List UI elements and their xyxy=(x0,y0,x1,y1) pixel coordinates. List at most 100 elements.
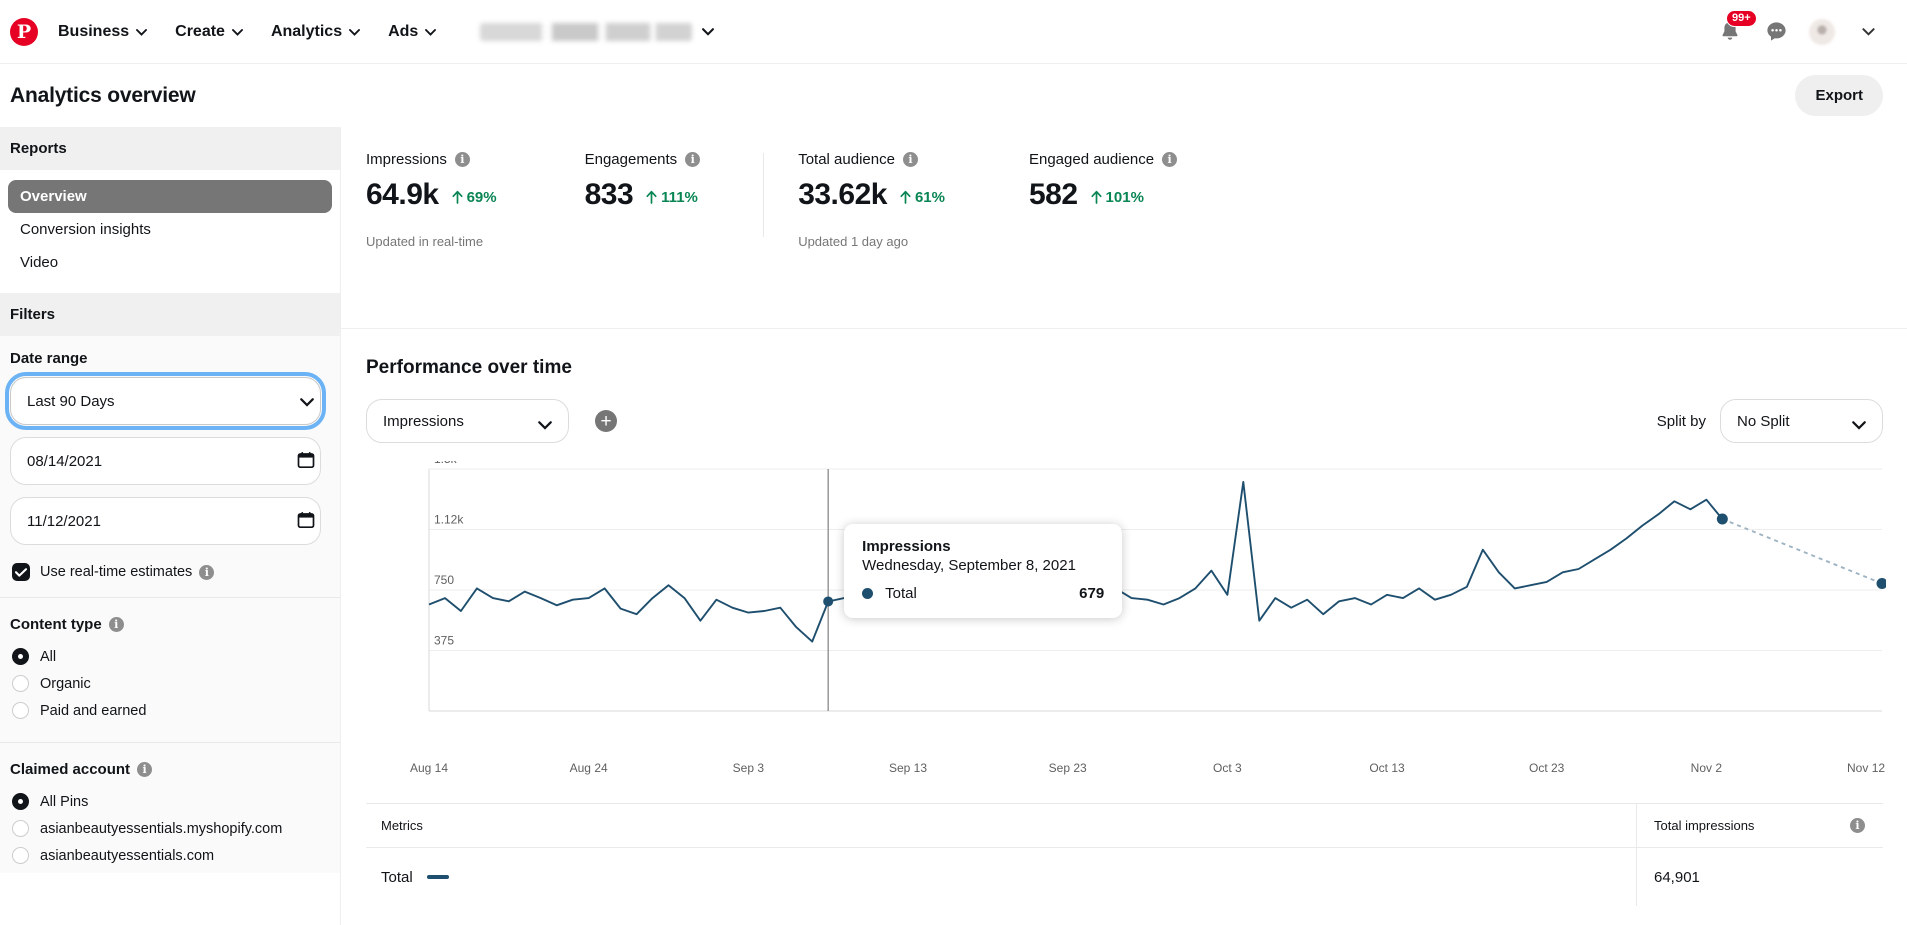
chart-last-point xyxy=(1877,578,1887,589)
start-date-wrap: 08/14/2021 xyxy=(10,437,330,485)
add-metric-button[interactable]: + xyxy=(595,410,617,432)
series-projection-dashed xyxy=(1722,519,1882,584)
metric-card-engaged-audience: Engaged audience i 582 101% xyxy=(945,151,1177,212)
start-date-value: 08/14/2021 xyxy=(27,453,102,470)
info-icon[interactable]: i xyxy=(137,762,152,777)
arrow-up-icon xyxy=(452,190,463,204)
x-axis-tick-label: Oct 13 xyxy=(1369,761,1404,775)
chevron-down-icon xyxy=(136,23,147,41)
content-type-text: Content type xyxy=(10,616,102,633)
account-switcher[interactable] xyxy=(472,17,722,47)
chevron-down-icon xyxy=(702,23,714,41)
sidebar-reports-list: Overview Conversion insights Video xyxy=(0,170,340,293)
radio-content-type-paid-earned-label: Paid and earned xyxy=(40,703,146,719)
account-menu-button[interactable] xyxy=(1855,19,1881,45)
chat-bubble-icon xyxy=(1765,20,1788,43)
info-icon[interactable]: i xyxy=(109,617,124,632)
sidebar-item-video[interactable]: Video xyxy=(8,246,332,279)
info-icon[interactable]: i xyxy=(1162,152,1177,167)
x-axis-tick-label: Sep 3 xyxy=(733,761,764,775)
calendar-icon[interactable] xyxy=(297,511,315,534)
performance-chart-plot[interactable]: 3757501.12k1.5k Impressions Wednesday, S… xyxy=(366,461,1883,753)
info-icon[interactable]: i xyxy=(199,565,214,580)
end-date-input[interactable]: 11/12/2021 xyxy=(10,497,321,545)
notifications-button[interactable]: 99+ xyxy=(1717,19,1743,45)
metric-total-audience-name: Total audience xyxy=(798,151,895,168)
chart-tooltip: Impressions Wednesday, September 8, 2021… xyxy=(844,524,1122,618)
x-axis-tick-label: Oct 23 xyxy=(1529,761,1564,775)
x-axis-tick-label: Aug 24 xyxy=(570,761,608,775)
radio-icon xyxy=(12,793,29,810)
radio-content-type-organic-label: Organic xyxy=(40,676,91,692)
calendar-icon[interactable] xyxy=(297,451,315,474)
chevron-down-icon xyxy=(1852,417,1866,434)
realtime-estimates-label: Use real-time estimates i xyxy=(40,564,214,580)
realtime-estimates-checkbox-row[interactable]: Use real-time estimates i xyxy=(10,557,330,597)
split-by-value: No Split xyxy=(1737,413,1790,430)
radio-icon xyxy=(12,847,29,864)
metric-total-audience-value: 33.62k xyxy=(798,178,887,212)
metrics-table-col-metrics: Metrics xyxy=(366,818,1636,833)
radio-claimed-myshopify[interactable]: asianbeautyessentials.myshopify.com xyxy=(10,815,330,842)
radio-claimed-dotcom-label: asianbeautyessentials.com xyxy=(40,848,214,864)
x-axis-tick-label: Sep 23 xyxy=(1049,761,1087,775)
chart-tooltip-value: 679 xyxy=(1079,585,1104,602)
metric-engagements-name-row: Engagements i xyxy=(585,151,701,168)
messages-button[interactable] xyxy=(1763,19,1789,45)
radio-content-type-all[interactable]: All xyxy=(10,643,330,670)
metrics-updated-left: Updated in real-time xyxy=(366,234,497,249)
avatar[interactable] xyxy=(1809,19,1835,45)
export-button[interactable]: Export xyxy=(1795,75,1883,116)
nav-actions: 99+ xyxy=(1717,19,1889,45)
metrics-table-col-total-impressions: Total impressions i xyxy=(1636,804,1883,847)
info-icon[interactable]: i xyxy=(903,152,918,167)
radio-claimed-dotcom[interactable]: asianbeautyessentials.com xyxy=(10,842,330,869)
sidebar-item-conversion-insights[interactable]: Conversion insights xyxy=(8,213,332,246)
chart-metric-select-value: Impressions xyxy=(383,413,464,430)
radio-content-type-organic[interactable]: Organic xyxy=(10,670,330,697)
info-icon[interactable]: i xyxy=(455,152,470,167)
metric-engagements-value-row: 833 111% xyxy=(585,178,701,212)
check-icon[interactable] xyxy=(12,563,30,581)
performance-chart-title: Performance over time xyxy=(366,357,1883,379)
end-date-value: 11/12/2021 xyxy=(27,513,101,530)
nav-item-analytics[interactable]: Analytics xyxy=(257,15,374,49)
nav-item-business-label: Business xyxy=(58,23,129,41)
chart-metric-select[interactable]: Impressions xyxy=(366,399,569,443)
metrics-summary-strip: Impressions i 64.9k 69% Updated in real-… xyxy=(341,127,1907,329)
metric-engagements-value: 833 xyxy=(585,178,634,212)
metric-impressions-delta-value: 69% xyxy=(467,189,497,206)
date-preset-select[interactable]: Last 90 Days xyxy=(10,377,321,425)
radio-claimed-all-pins[interactable]: All Pins xyxy=(10,788,330,815)
metric-engaged-audience-name-row: Engaged audience i xyxy=(1029,151,1177,168)
chart-peak-point xyxy=(1717,514,1728,525)
y-axis-tick-label: 1.12k xyxy=(434,513,464,527)
page-header: Analytics overview Export xyxy=(0,64,1907,127)
start-date-input[interactable]: 08/14/2021 xyxy=(10,437,321,485)
metric-total-audience-name-row: Total audience i xyxy=(798,151,945,168)
metric-engagements-name: Engagements xyxy=(585,151,678,168)
account-name-redacted xyxy=(480,23,692,41)
top-navigation-bar: P Business Create Analytics Ads 99+ xyxy=(0,0,1907,64)
radio-icon xyxy=(12,820,29,837)
radio-icon xyxy=(12,675,29,692)
chevron-down-icon xyxy=(1862,23,1875,41)
nav-item-ads-label: Ads xyxy=(388,23,418,41)
metrics-updated-right: Updated 1 day ago xyxy=(798,234,945,249)
radio-icon xyxy=(12,648,29,665)
nav-item-business[interactable]: Business xyxy=(44,15,161,49)
info-icon[interactable]: i xyxy=(1850,818,1865,833)
date-range-label: Date range xyxy=(10,350,330,367)
metric-engaged-audience-value: 582 xyxy=(1029,178,1078,212)
metric-total-audience-delta-value: 61% xyxy=(915,189,945,206)
nav-item-ads[interactable]: Ads xyxy=(374,15,450,49)
split-by-select[interactable]: No Split xyxy=(1720,399,1883,443)
nav-item-create[interactable]: Create xyxy=(161,15,257,49)
series-dot-icon xyxy=(862,588,873,599)
pinterest-logo-icon[interactable]: P xyxy=(10,18,38,46)
chart-tooltip-title: Impressions xyxy=(862,538,1104,555)
table-row[interactable]: Total 64,901 xyxy=(366,848,1883,906)
radio-content-type-paid-earned[interactable]: Paid and earned xyxy=(10,697,330,724)
info-icon[interactable]: i xyxy=(685,152,700,167)
sidebar-item-overview[interactable]: Overview xyxy=(8,180,332,213)
